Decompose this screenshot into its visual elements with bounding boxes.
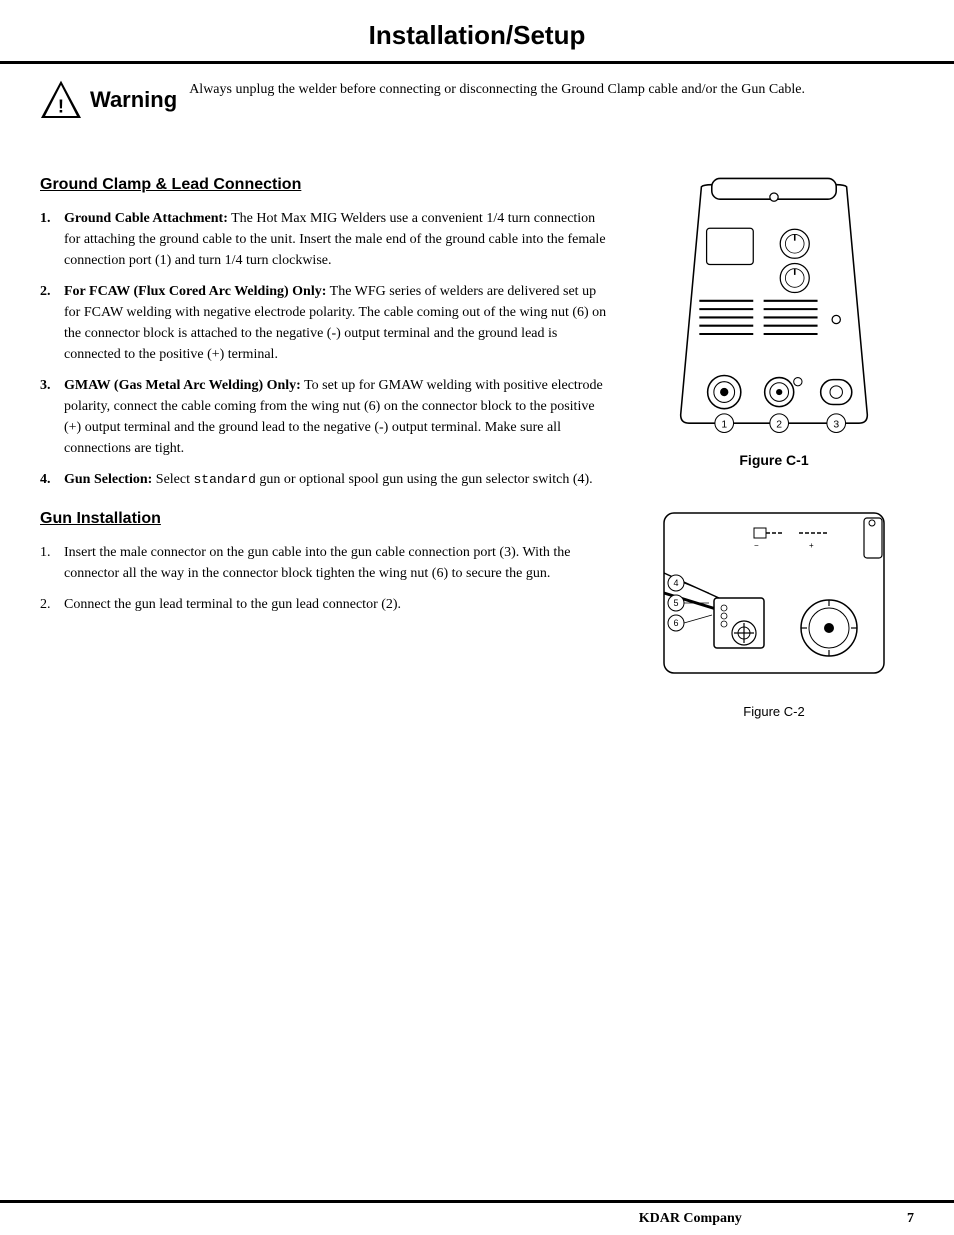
page-title: Installation/Setup bbox=[40, 20, 914, 51]
figure-c1-label: Figure C-1 bbox=[739, 452, 808, 468]
list-content: Connect the gun lead terminal to the gun… bbox=[64, 594, 401, 615]
svg-text:+: + bbox=[809, 541, 814, 550]
left-column: Ground Clamp & Lead Connection 1. Ground… bbox=[40, 166, 614, 719]
figure-c1-diagram: 1 2 3 bbox=[654, 166, 894, 446]
list-item: 1. Insert the male connector on the gun … bbox=[40, 542, 614, 584]
warning-section: ! Warning Always unplug the welder befor… bbox=[0, 64, 954, 136]
list-content: Insert the male connector on the gun cab… bbox=[64, 542, 614, 584]
figure-c1-container: 1 2 3 Figure C-1 bbox=[654, 166, 894, 468]
list-num: 3. bbox=[40, 375, 58, 459]
right-column: 1 2 3 Figure C-1 bbox=[634, 166, 914, 719]
warning-icon: ! bbox=[40, 79, 82, 121]
footer-company: KDAR Company bbox=[474, 1211, 908, 1227]
svg-text:6: 6 bbox=[673, 618, 678, 628]
list-content: GMAW (Gas Metal Arc Welding) Only: To se… bbox=[64, 375, 614, 459]
svg-text:3: 3 bbox=[833, 419, 839, 430]
list-num: 1. bbox=[40, 208, 58, 271]
footer-page: 7 bbox=[907, 1211, 914, 1227]
item4-text2: gun or optional spool gun using the gun … bbox=[256, 472, 593, 487]
list-item: 1. Ground Cable Attachment: The Hot Max … bbox=[40, 208, 614, 271]
item1-bold: Ground Cable Attachment: bbox=[64, 211, 228, 226]
list-content: For FCAW (Flux Cored Arc Welding) Only: … bbox=[64, 281, 614, 365]
item4-text1: Select bbox=[156, 472, 194, 487]
figure-c2-container: − + bbox=[654, 498, 894, 719]
item3-bold: GMAW (Gas Metal Arc Welding) Only: bbox=[64, 378, 301, 393]
warning-icon-wrap: ! Warning bbox=[40, 79, 177, 121]
figure-c2-label: Figure C-2 bbox=[743, 704, 804, 719]
list-item: 4. Gun Selection: Select standard gun or… bbox=[40, 469, 614, 490]
section1-heading: Ground Clamp & Lead Connection bbox=[40, 176, 614, 194]
list-content: Gun Selection: Select standard gun or op… bbox=[64, 469, 614, 490]
list-num: 4. bbox=[40, 469, 58, 490]
section2-heading: Gun Installation bbox=[40, 510, 614, 528]
section2-list: 1. Insert the male connector on the gun … bbox=[40, 542, 614, 615]
list-num: 2. bbox=[40, 594, 56, 615]
list-content: Ground Cable Attachment: The Hot Max MIG… bbox=[64, 208, 614, 271]
svg-text:1: 1 bbox=[721, 419, 727, 430]
list-item: 2. Connect the gun lead terminal to the … bbox=[40, 594, 614, 615]
list-num: 2. bbox=[40, 281, 58, 365]
svg-text:5: 5 bbox=[673, 598, 678, 608]
warning-text: Always unplug the welder before connecti… bbox=[189, 79, 805, 100]
svg-text:!: ! bbox=[58, 96, 64, 117]
item4-code: standard bbox=[194, 472, 256, 487]
list-num: 1. bbox=[40, 542, 56, 584]
svg-text:2: 2 bbox=[776, 419, 782, 430]
content-area: Ground Clamp & Lead Connection 1. Ground… bbox=[0, 146, 954, 739]
list-item: 3. GMAW (Gas Metal Arc Welding) Only: To… bbox=[40, 375, 614, 459]
figure-c2-diagram: − + bbox=[654, 498, 894, 698]
svg-text:4: 4 bbox=[673, 578, 678, 588]
svg-text:−: − bbox=[754, 541, 759, 550]
page-container: Installation/Setup ! Warning Always unpl… bbox=[0, 0, 954, 1235]
page-footer: KDAR Company 7 bbox=[0, 1200, 954, 1235]
item2-bold: For FCAW (Flux Cored Arc Welding) Only: bbox=[64, 284, 326, 299]
section1-list: 1. Ground Cable Attachment: The Hot Max … bbox=[40, 208, 614, 490]
warning-title: Warning bbox=[90, 87, 177, 113]
page-header: Installation/Setup bbox=[0, 0, 954, 64]
item4-bold: Gun Selection: bbox=[64, 472, 152, 487]
list-item: 2. For FCAW (Flux Cored Arc Welding) Onl… bbox=[40, 281, 614, 365]
